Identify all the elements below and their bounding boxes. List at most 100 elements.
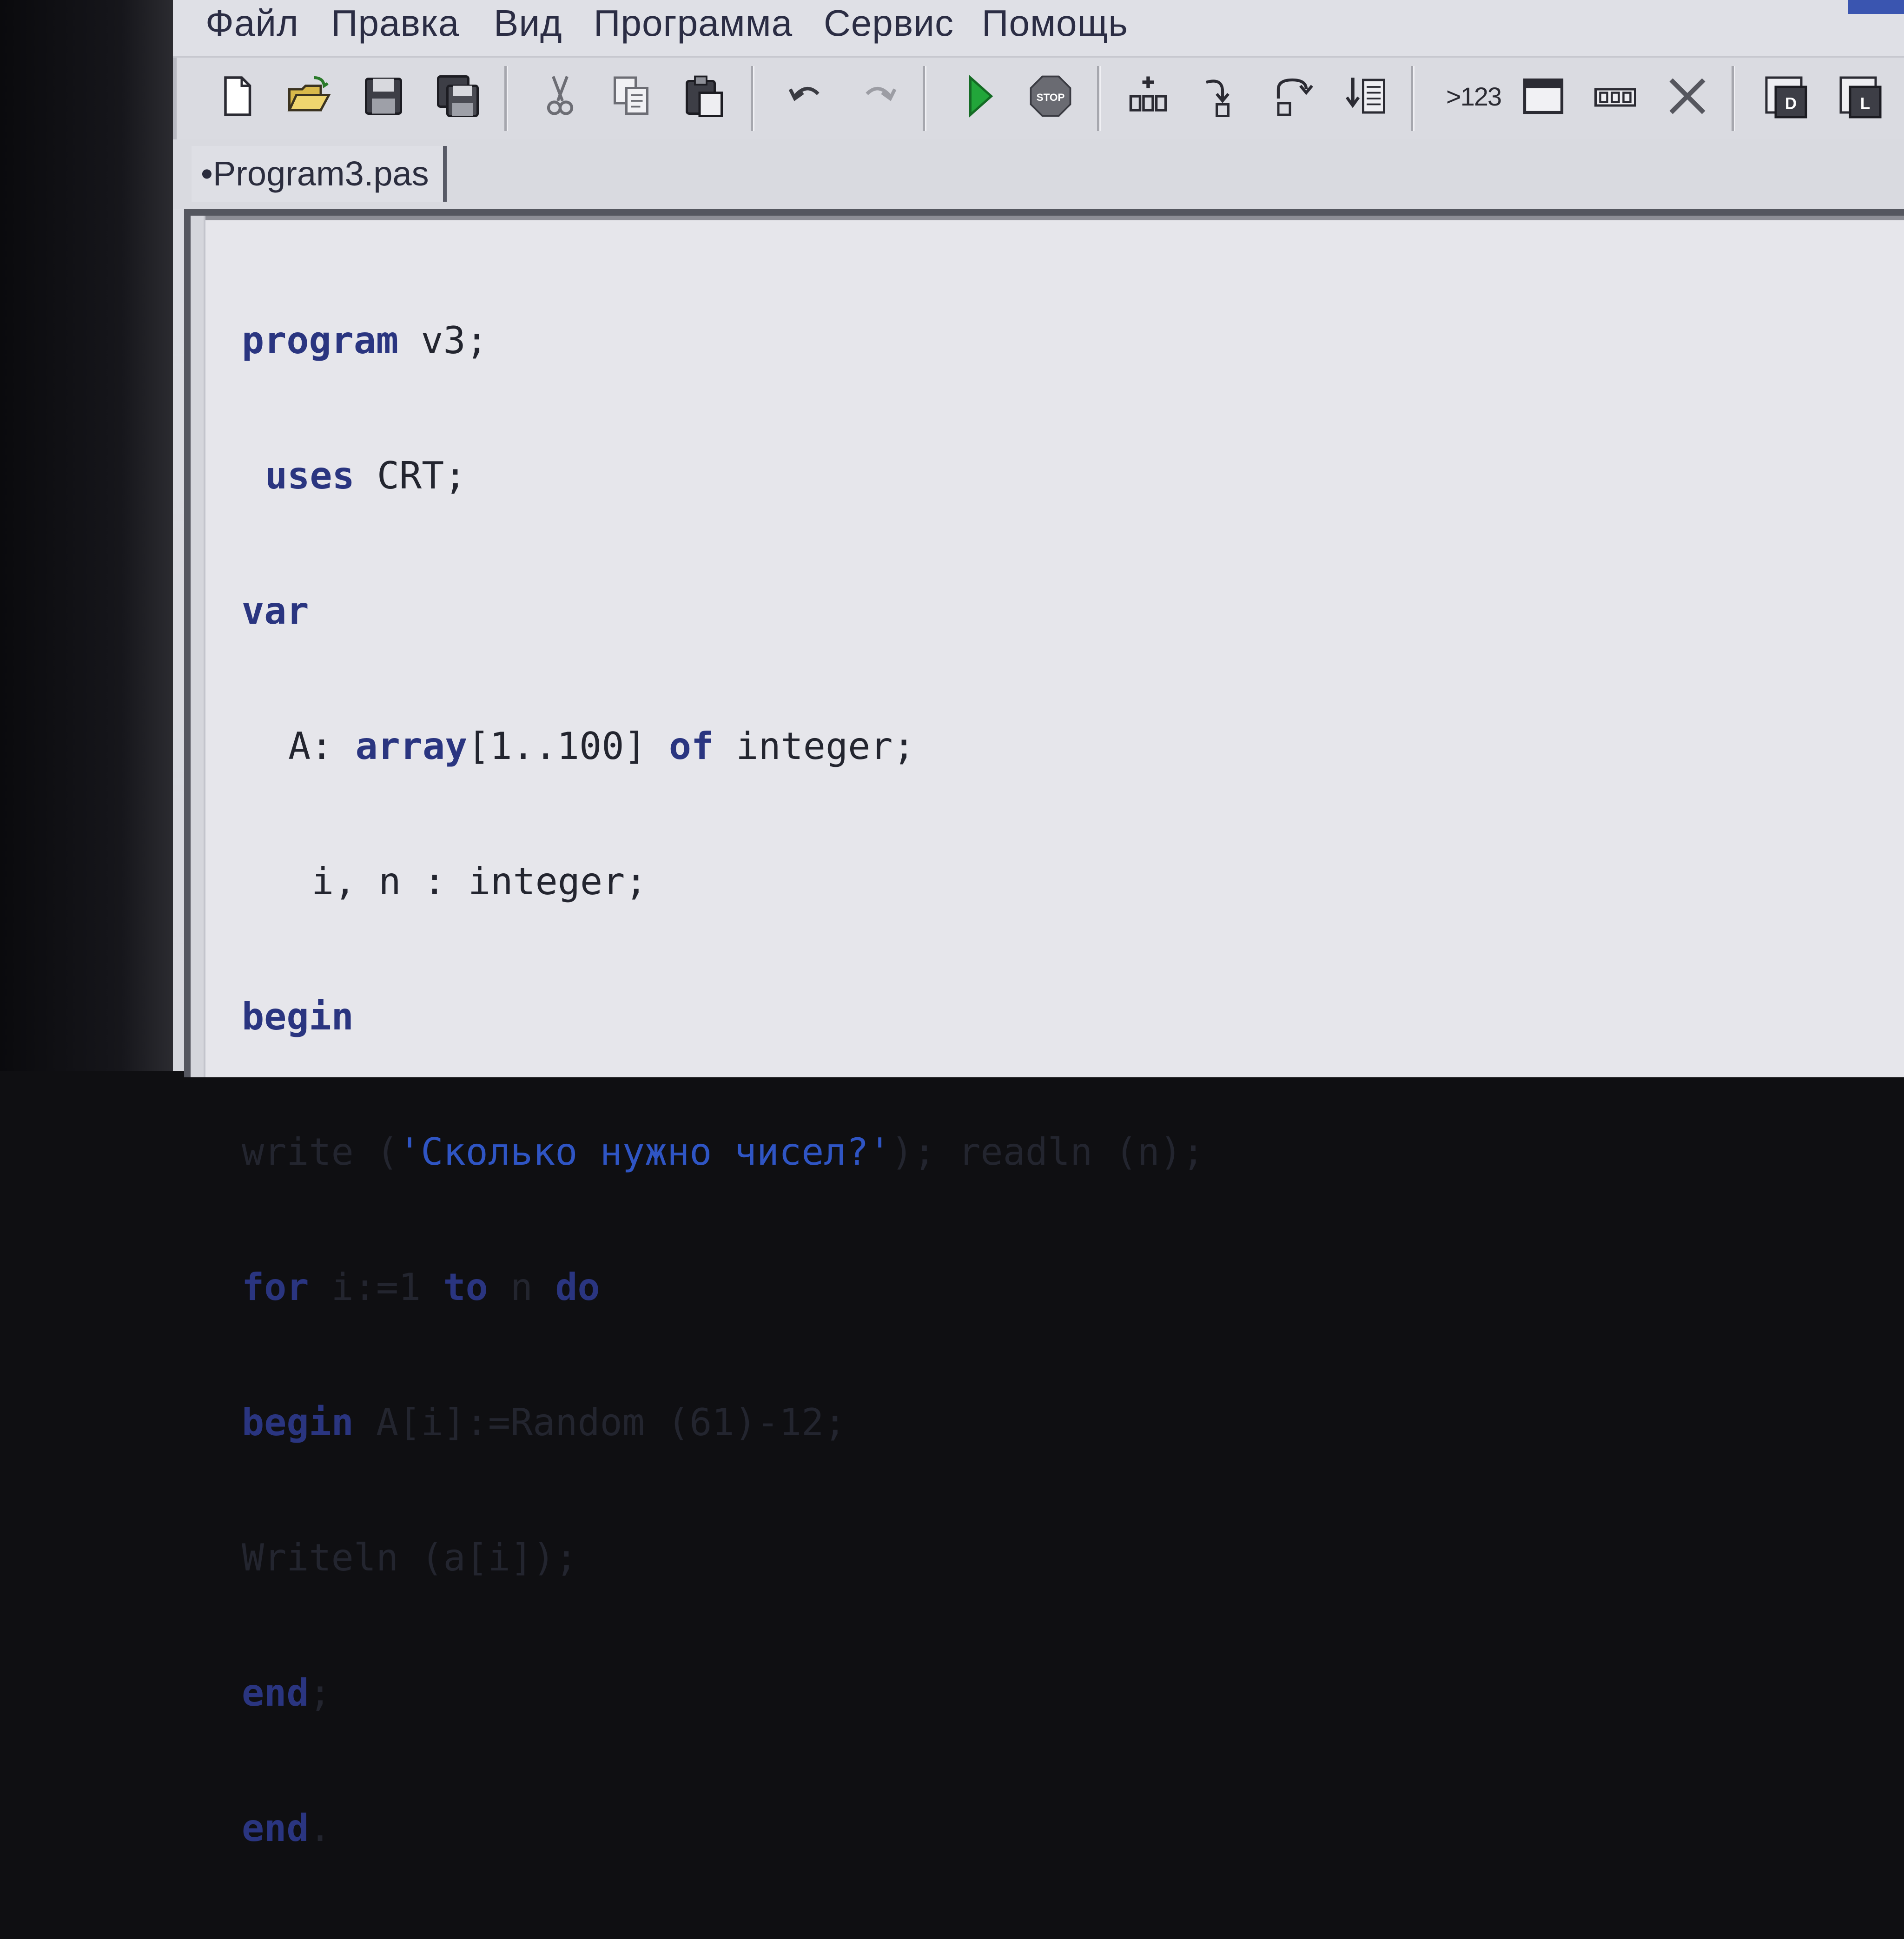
code-text-span: A: xyxy=(288,725,356,768)
code-line: begin A[i]:=Random (61)-12; xyxy=(242,1398,1204,1447)
code-line: write ('Сколько нужно чисел?'); readln (… xyxy=(242,1128,1204,1176)
step-over-button[interactable] xyxy=(1264,66,1320,126)
keyword: do xyxy=(555,1266,600,1309)
code-text: program v3; uses CRT; var A: array[1..10… xyxy=(242,230,1204,1939)
watch-window-button[interactable] xyxy=(1587,66,1643,126)
new-file-icon xyxy=(224,76,251,116)
keyword: begin xyxy=(242,1401,354,1444)
copy-button[interactable] xyxy=(604,66,660,126)
menu-service[interactable]: Сервис xyxy=(824,0,954,49)
open-folder-icon xyxy=(287,76,331,112)
editor-gutter xyxy=(191,216,205,1077)
keyword: begin xyxy=(242,995,354,1038)
debug-window-icon: D xyxy=(1765,76,1807,119)
code-line: A: array[1..100] of integer; xyxy=(242,722,1204,771)
keyword: to xyxy=(443,1266,488,1309)
code-text-span: [1..100] xyxy=(467,725,669,768)
save-button[interactable] xyxy=(356,66,411,126)
code-text-span: Writeln (a[i]); xyxy=(242,1536,578,1579)
save-all-button[interactable] xyxy=(430,66,486,126)
keyword: var xyxy=(242,589,309,633)
string-literal: 'Сколько нужно чисел?' xyxy=(398,1130,891,1174)
menu-edit[interactable]: Правка xyxy=(331,0,459,49)
undo-icon xyxy=(788,86,820,101)
toolbar: STOP >123 D L xyxy=(173,58,1904,139)
close-icon xyxy=(1669,78,1706,114)
stop-button[interactable]: STOP xyxy=(1023,66,1078,126)
menu-view[interactable]: Вид xyxy=(494,0,562,49)
output-window-button[interactable] xyxy=(1515,66,1571,126)
monitor-bezel xyxy=(0,0,173,1071)
svg-text:D: D xyxy=(1785,95,1797,113)
debug-window-button[interactable]: D xyxy=(1757,66,1813,126)
code-text-span: write ( xyxy=(242,1130,399,1174)
tab-program3[interactable]: •Program3.pas xyxy=(192,146,447,202)
code-text-span: n xyxy=(488,1266,555,1309)
watch-window-icon xyxy=(1594,88,1636,107)
paste-icon xyxy=(686,75,723,117)
code-line: program v3; xyxy=(242,316,1204,365)
save-icon xyxy=(365,78,402,115)
add-watch-icon xyxy=(1129,76,1167,112)
toolbar-separator xyxy=(1732,66,1735,131)
undo-button[interactable] xyxy=(779,66,834,126)
run-button[interactable] xyxy=(951,66,1006,126)
code-text-span: v3; xyxy=(398,319,488,362)
evaluate-icon: >123 xyxy=(1446,81,1502,111)
step-over-icon xyxy=(1276,78,1313,116)
code-text-span: ); readln (n); xyxy=(891,1130,1205,1174)
toolbar-separator xyxy=(1097,66,1101,131)
code-text-span: i:=1 xyxy=(309,1266,443,1309)
tab-strip: •Program3.pas xyxy=(173,139,1904,209)
run-icon xyxy=(969,75,993,118)
output-window-icon xyxy=(1523,78,1564,114)
menu-program[interactable]: Программа xyxy=(594,0,793,49)
code-text-span: . xyxy=(309,1807,331,1850)
code-text-span: integer; xyxy=(714,725,915,768)
run-to-cursor-button[interactable] xyxy=(1339,66,1395,126)
evaluate-button[interactable]: >123 xyxy=(1439,66,1508,126)
new-file-button[interactable] xyxy=(209,66,265,126)
keyword: end xyxy=(242,1671,309,1715)
stop-icon: STOP xyxy=(1030,75,1071,117)
code-line: end; xyxy=(242,1669,1204,1717)
code-text-span: i, n : integer; xyxy=(311,860,648,903)
redo-button[interactable] xyxy=(851,66,906,126)
toolbar-separator xyxy=(751,66,754,131)
cut-button[interactable] xyxy=(532,66,588,126)
code-editor[interactable]: program v3; uses CRT; var A: array[1..10… xyxy=(184,209,1904,1850)
step-into-button[interactable] xyxy=(1192,66,1248,126)
menu-help[interactable]: Помощь xyxy=(982,0,1128,49)
code-text-span: ; xyxy=(309,1671,331,1715)
menu-file[interactable]: Файл xyxy=(205,0,299,49)
keyword: for xyxy=(242,1266,309,1309)
code-line: Writeln (a[i]); xyxy=(242,1533,1204,1582)
keyword: program xyxy=(242,319,399,362)
add-watch-button[interactable] xyxy=(1120,66,1176,126)
locals-window-icon: L xyxy=(1839,76,1882,119)
toolbar-separator xyxy=(923,66,926,131)
locals-window-button[interactable]: L xyxy=(1831,66,1887,126)
svg-text:STOP: STOP xyxy=(1037,92,1065,103)
paste-button[interactable] xyxy=(676,66,732,126)
save-all-icon xyxy=(437,75,479,117)
open-button[interactable] xyxy=(281,66,337,126)
keyword: uses xyxy=(265,454,355,497)
keyword: end xyxy=(242,1807,309,1850)
code-text-span: CRT; xyxy=(354,454,467,497)
keyword: array xyxy=(355,725,468,768)
menu-bar: Файл Правка Вид Программа Сервис Помощь xyxy=(173,0,1904,58)
ide-window: Файл Правка Вид Программа Сервис Помощь xyxy=(173,0,1904,1850)
window-accent xyxy=(1848,0,1904,14)
close-button[interactable] xyxy=(1659,66,1715,126)
step-into-icon xyxy=(1206,79,1230,117)
toolbar-separator xyxy=(504,66,508,131)
toolbar-separator xyxy=(1411,66,1415,131)
keyword: of xyxy=(668,725,714,768)
code-line: begin xyxy=(242,992,1204,1041)
run-to-cursor-icon xyxy=(1345,78,1385,114)
redo-icon xyxy=(866,86,897,101)
code-line: uses CRT; xyxy=(242,451,1204,500)
copy-icon xyxy=(614,76,648,115)
code-line: var xyxy=(242,587,1204,635)
